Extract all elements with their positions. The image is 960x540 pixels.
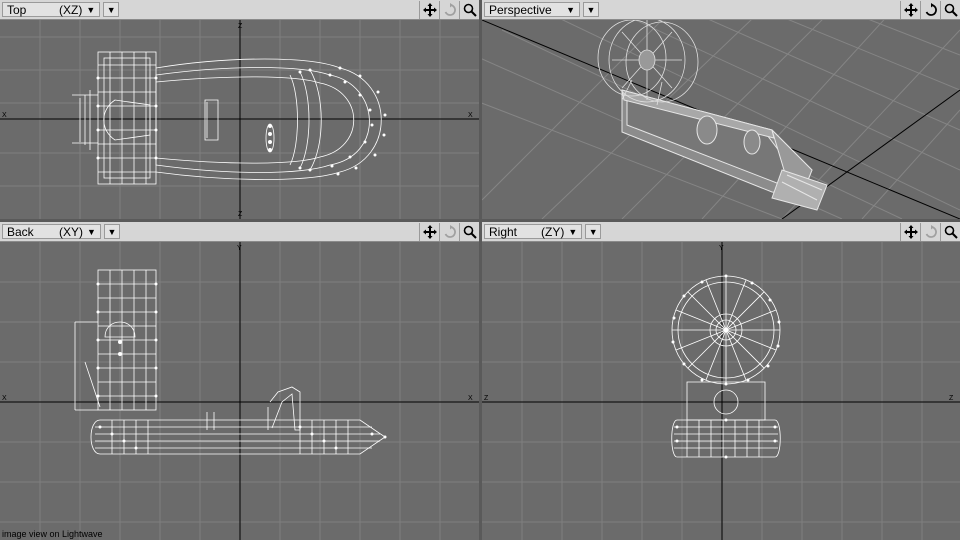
top-view-drawing: Z X X Z bbox=[0, 20, 479, 219]
view-axis-label: (XZ) bbox=[59, 2, 83, 17]
magnifier-icon bbox=[463, 225, 477, 239]
zoom-view-button[interactable] bbox=[459, 0, 479, 19]
move-view-button[interactable] bbox=[900, 222, 920, 241]
viewport-right[interactable]: Right (ZY) ▼ ▼ Y Z Z bbox=[482, 222, 960, 540]
viewport-menu-button[interactable]: ▼ bbox=[583, 2, 599, 17]
viewport-back[interactable]: Back (XY) ▼ ▼ Y X X image view on Lightw… bbox=[0, 222, 479, 540]
rotate-view-button[interactable] bbox=[920, 222, 940, 241]
chevron-down-icon: ▼ bbox=[86, 4, 96, 15]
viewport-tools bbox=[419, 222, 479, 241]
magnifier-icon bbox=[463, 3, 477, 17]
view-type-label: Top bbox=[7, 2, 27, 17]
zoom-view-button[interactable] bbox=[940, 0, 960, 19]
rotate-icon bbox=[444, 2, 456, 16]
vertex-points bbox=[96, 66, 387, 176]
move-view-button[interactable] bbox=[900, 0, 920, 19]
chevron-down-icon: ▼ bbox=[106, 4, 116, 15]
move-view-button[interactable] bbox=[419, 222, 439, 241]
viewport-top-header: Top (XZ) ▼ ▼ bbox=[0, 0, 479, 20]
chevron-down-icon: ▼ bbox=[87, 226, 96, 237]
rotate-icon bbox=[925, 224, 937, 238]
chevron-down-icon: ▼ bbox=[566, 4, 575, 15]
move-icon bbox=[422, 2, 437, 17]
viewport-perspective-header: Perspective ▼ ▼ bbox=[482, 0, 960, 20]
view-axis-label: (ZY) bbox=[541, 224, 565, 239]
viewport-right-canvas[interactable]: Y Z Z bbox=[482, 242, 960, 540]
right-view-drawing: Y Z Z bbox=[482, 242, 960, 540]
axis-label-z-bottom: Z bbox=[238, 211, 243, 218]
viewport-top-canvas[interactable]: Z X X Z bbox=[0, 20, 479, 219]
vertex-points bbox=[96, 282, 387, 450]
viewport-tools bbox=[419, 0, 479, 19]
hovercraft-top-wireframe bbox=[72, 51, 382, 185]
rotate-view-button[interactable] bbox=[439, 222, 459, 241]
viewport-perspective[interactable]: Perspective ▼ ▼ bbox=[482, 0, 960, 219]
axes bbox=[0, 242, 479, 540]
axis-label-x-right: X bbox=[468, 112, 473, 119]
viewport-menu-button[interactable]: ▼ bbox=[103, 2, 120, 17]
rotate-icon bbox=[444, 224, 456, 238]
view-type-dropdown-top[interactable]: Top (XZ) ▼ bbox=[2, 2, 101, 17]
view-type-label: Perspective bbox=[489, 2, 552, 17]
viewport-top[interactable]: Top (XZ) ▼ ▼ Z X X Z bbox=[0, 0, 479, 219]
view-type-label: Back bbox=[7, 224, 34, 239]
axis-label-x-left: X bbox=[2, 112, 7, 119]
axis-label-z-right: Z bbox=[949, 395, 954, 402]
magnifier-icon bbox=[944, 225, 958, 239]
zoom-view-button[interactable] bbox=[459, 222, 479, 241]
axis-label-z-left: Z bbox=[484, 395, 489, 402]
viewport-menu-button[interactable]: ▼ bbox=[103, 224, 120, 239]
viewport-back-header: Back (XY) ▼ ▼ bbox=[0, 222, 479, 242]
move-icon bbox=[422, 224, 437, 239]
rotate-view-button[interactable] bbox=[439, 0, 459, 19]
viewport-perspective-canvas[interactable] bbox=[482, 20, 960, 219]
hovercraft-right-wireframe bbox=[671, 275, 781, 458]
axis-label-y-top: Y bbox=[719, 245, 724, 252]
view-axis-label: (XY) bbox=[59, 224, 83, 239]
image-caption: image view on Lightwave bbox=[2, 529, 103, 539]
view-type-dropdown-perspective[interactable]: Perspective ▼ bbox=[484, 2, 580, 17]
axis-label-x-left: X bbox=[2, 395, 7, 402]
move-icon bbox=[903, 2, 918, 17]
rotate-icon bbox=[925, 2, 937, 16]
viewport-menu-button[interactable]: ▼ bbox=[585, 224, 602, 239]
chevron-down-icon: ▼ bbox=[568, 226, 578, 237]
move-icon bbox=[903, 224, 918, 239]
viewport-tools bbox=[900, 0, 960, 19]
axes bbox=[0, 20, 479, 219]
view-type-dropdown-right[interactable]: Right (ZY) ▼ bbox=[484, 224, 583, 239]
move-view-button[interactable] bbox=[419, 0, 439, 19]
chevron-down-icon: ▼ bbox=[588, 226, 598, 237]
axis-label-z-top: Z bbox=[238, 23, 243, 30]
zoom-view-button[interactable] bbox=[940, 222, 960, 241]
rotate-view-button[interactable] bbox=[920, 0, 940, 19]
viewport-tools bbox=[900, 222, 960, 241]
back-view-drawing: Y X X bbox=[0, 242, 479, 540]
viewport-right-header: Right (ZY) ▼ ▼ bbox=[482, 222, 960, 242]
axis-label-x-right: X bbox=[468, 395, 473, 402]
chevron-down-icon: ▼ bbox=[107, 226, 117, 237]
magnifier-icon bbox=[944, 3, 958, 17]
axis-label-y-top: Y bbox=[237, 245, 242, 252]
view-type-label: Right bbox=[489, 224, 518, 239]
view-type-dropdown-back[interactable]: Back (XY) ▼ bbox=[2, 224, 101, 239]
viewport-back-canvas[interactable]: Y X X bbox=[0, 242, 479, 540]
perspective-drawing bbox=[482, 20, 960, 219]
chevron-down-icon: ▼ bbox=[586, 4, 596, 15]
